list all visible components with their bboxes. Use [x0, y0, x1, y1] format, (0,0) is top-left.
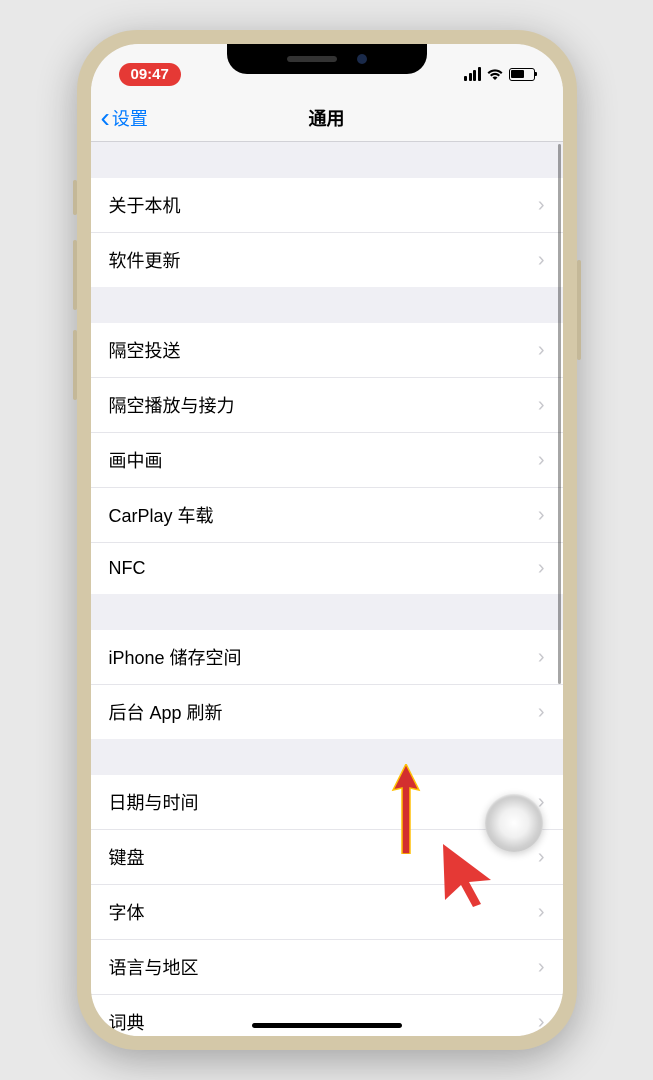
chevron-right-icon: ›: [538, 394, 545, 417]
power-button: [577, 260, 581, 360]
annotation-cursor-icon: [441, 842, 496, 912]
row-label: 隔空投送: [109, 337, 181, 363]
row-airdrop[interactable]: 隔空投送 ›: [91, 323, 563, 378]
row-pip[interactable]: 画中画 ›: [91, 433, 563, 488]
chevron-right-icon: ›: [538, 504, 545, 527]
chevron-right-icon: ›: [538, 846, 545, 869]
chevron-right-icon: ›: [538, 557, 545, 580]
section-connectivity: 隔空投送 › 隔空播放与接力 › 画中画 › CarPlay 车载 › NFC: [91, 323, 563, 594]
chevron-right-icon: ›: [538, 646, 545, 669]
volume-down-button: [73, 330, 77, 400]
row-label: 语言与地区: [109, 954, 199, 980]
annotation-up-arrow-icon: [391, 764, 421, 859]
row-nfc[interactable]: NFC ›: [91, 543, 563, 594]
scroll-indicator: [558, 144, 561, 684]
row-label: 隔空播放与接力: [109, 392, 235, 418]
home-indicator[interactable]: [252, 1023, 402, 1028]
speaker: [287, 56, 337, 62]
notch: [227, 44, 427, 74]
section-storage: iPhone 储存空间 › 后台 App 刷新 ›: [91, 630, 563, 739]
back-label: 设置: [112, 105, 148, 131]
chevron-right-icon: ›: [538, 1011, 545, 1034]
section-about: 关于本机 › 软件更新 ›: [91, 178, 563, 287]
row-label: 关于本机: [109, 192, 181, 218]
wifi-icon: [486, 68, 504, 81]
chevron-right-icon: ›: [538, 701, 545, 724]
row-software-update[interactable]: 软件更新 ›: [91, 233, 563, 287]
row-label: CarPlay 车载: [109, 502, 214, 528]
row-label: 键盘: [109, 844, 145, 870]
time-recording-pill[interactable]: 09:47: [119, 63, 181, 86]
chevron-right-icon: ›: [538, 956, 545, 979]
row-label: 软件更新: [109, 247, 181, 273]
phone-frame: 09:47 ‹: [77, 30, 577, 1050]
chevron-right-icon: ›: [538, 901, 545, 924]
row-label: NFC: [109, 558, 146, 579]
row-label: iPhone 储存空间: [109, 644, 242, 670]
row-airplay[interactable]: 隔空播放与接力 ›: [91, 378, 563, 433]
row-storage[interactable]: iPhone 储存空间 ›: [91, 630, 563, 685]
row-label: 字体: [109, 899, 145, 925]
row-about[interactable]: 关于本机 ›: [91, 178, 563, 233]
chevron-right-icon: ›: [538, 449, 545, 472]
row-label: 日期与时间: [109, 789, 199, 815]
nav-bar: ‹ 设置 通用: [91, 94, 563, 142]
side-button: [73, 180, 77, 215]
volume-up-button: [73, 240, 77, 310]
back-button[interactable]: ‹ 设置: [91, 104, 148, 132]
row-carplay[interactable]: CarPlay 车载 ›: [91, 488, 563, 543]
cellular-signal-icon: [464, 67, 481, 81]
chevron-left-icon: ‹: [101, 104, 110, 132]
chevron-right-icon: ›: [538, 339, 545, 362]
row-label: 后台 App 刷新: [109, 699, 223, 725]
chevron-right-icon: ›: [538, 249, 545, 272]
chevron-right-icon: ›: [538, 194, 545, 217]
front-camera: [357, 54, 367, 64]
row-background-refresh[interactable]: 后台 App 刷新 ›: [91, 685, 563, 739]
row-label: 画中画: [109, 447, 163, 473]
screen: 09:47 ‹: [91, 44, 563, 1036]
row-label: 词典: [109, 1009, 145, 1035]
page-title: 通用: [309, 105, 345, 131]
battery-icon: [509, 68, 535, 81]
row-language-region[interactable]: 语言与地区 ›: [91, 940, 563, 995]
row-dictionary[interactable]: 词典 ›: [91, 995, 563, 1036]
status-icons: [464, 67, 535, 81]
